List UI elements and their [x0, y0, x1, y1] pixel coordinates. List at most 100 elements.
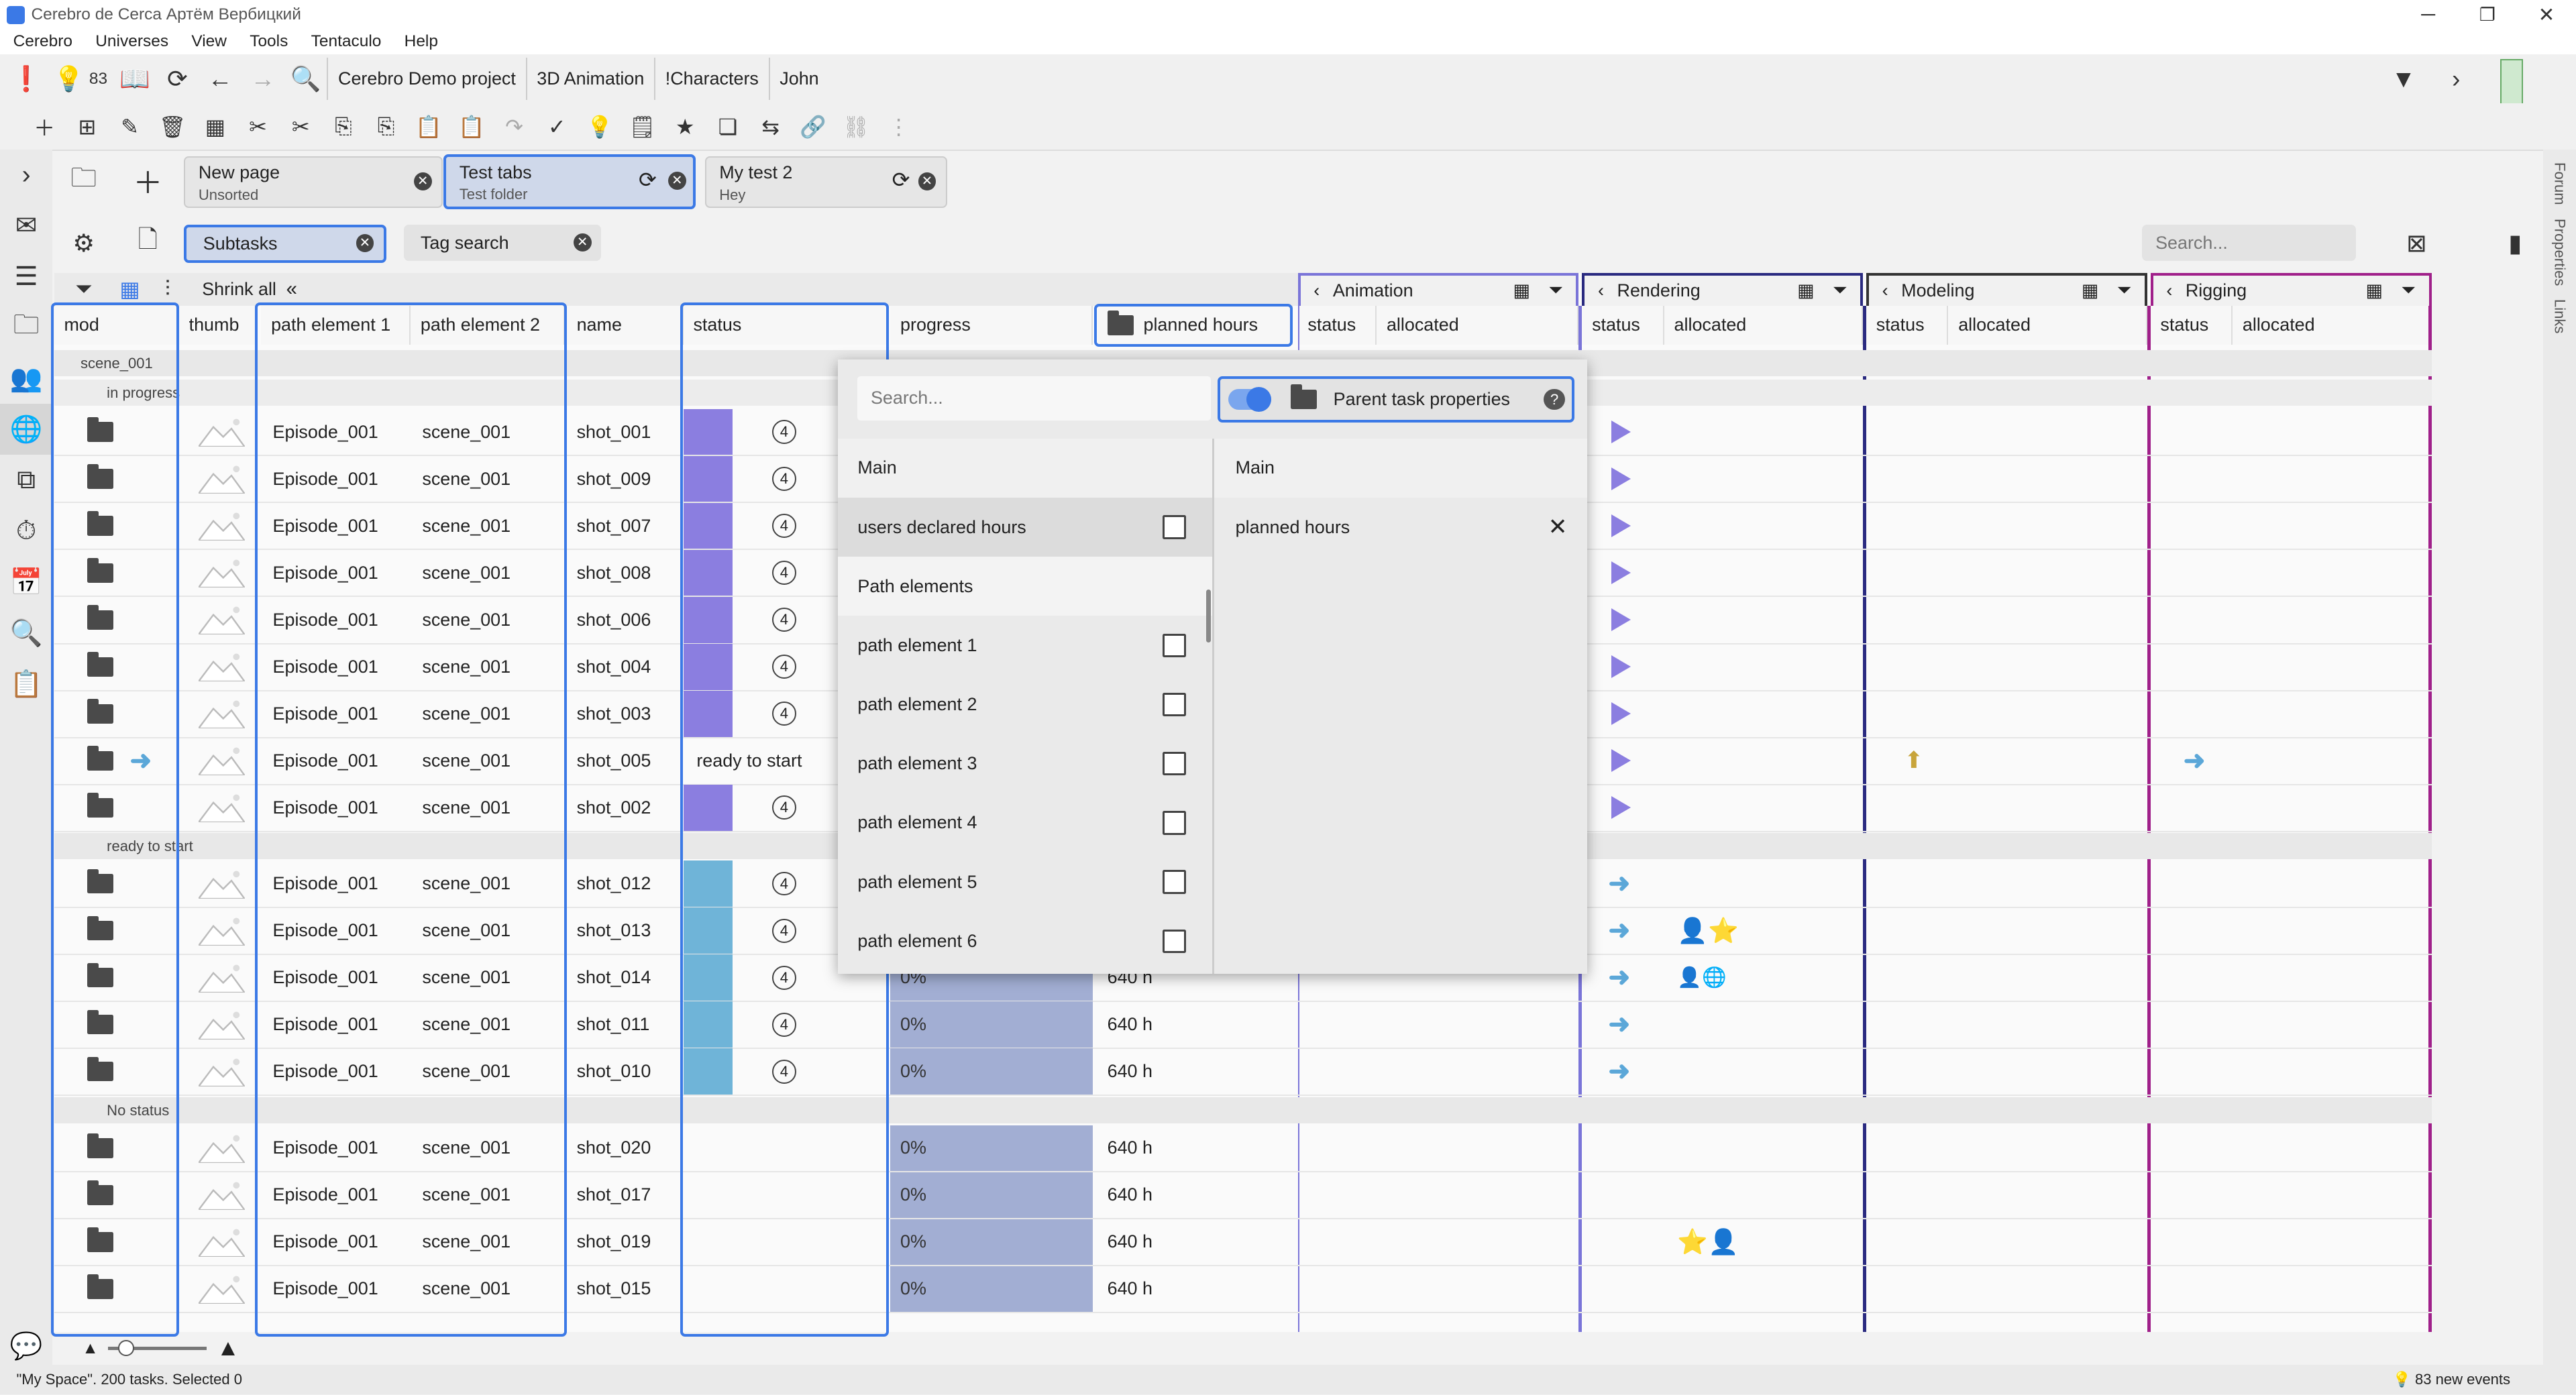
rendering-status-cell[interactable] [1602, 597, 1668, 643]
status-cell[interactable]: 4 [683, 1001, 889, 1048]
popup-column-option[interactable]: path element 3 [837, 734, 1213, 793]
name-cell[interactable]: shot_003 [567, 691, 684, 737]
mod-cell[interactable] [77, 1048, 179, 1095]
remove-chip-icon[interactable]: ✕ [573, 233, 592, 252]
redo-icon[interactable]: ↷ [493, 105, 536, 148]
menu-tentaculo[interactable]: Tentaculo [311, 32, 382, 51]
menu-help[interactable]: Help [405, 32, 438, 51]
chevron-right-icon[interactable]: › [2434, 58, 2477, 101]
forward-icon[interactable]: → [241, 58, 284, 101]
mod-cell[interactable] [77, 1219, 179, 1266]
mod-cell[interactable] [77, 409, 179, 455]
add-icon[interactable]: ＋ [23, 105, 66, 148]
folder-icon[interactable] [87, 869, 113, 894]
name-cell[interactable]: shot_010 [567, 1048, 684, 1095]
rendering-status-cell[interactable]: ➜ [1599, 907, 1664, 954]
rendering-status-cell[interactable] [1602, 550, 1668, 596]
chevron-left-icon[interactable]: ‹ [2166, 280, 2172, 301]
checkbox[interactable] [1162, 811, 1187, 835]
mod-cell[interactable] [77, 785, 179, 831]
filter-icon[interactable]: ⏷ [2117, 280, 2132, 301]
section-modeling[interactable]: ‹ Modeling ▦ ⏷ [1866, 272, 2147, 306]
folder-icon[interactable] [87, 511, 113, 536]
status-cell[interactable] [684, 1219, 889, 1266]
edit-icon[interactable]: ✎ [109, 105, 152, 148]
breadcrumb-john[interactable]: John [768, 57, 829, 101]
checkbox[interactable] [1162, 692, 1187, 717]
name-cell[interactable]: shot_020 [567, 1125, 684, 1172]
col-header-model-status[interactable]: status [1866, 305, 1949, 345]
mod-cell[interactable] [77, 691, 179, 737]
close-tab-icon[interactable]: ✕ [413, 172, 432, 190]
folder-icon[interactable] [87, 464, 113, 489]
col-header-thumb[interactable]: thumb [178, 305, 257, 345]
mod-cell[interactable] [77, 860, 179, 907]
folder-icon[interactable]: 🗀 [0, 302, 52, 353]
name-cell[interactable]: shot_007 [567, 503, 684, 549]
archive-icon[interactable]: ▦ [194, 105, 237, 148]
status-cell[interactable]: 4 [683, 1048, 889, 1095]
new-tab-icon[interactable]: ＋ [127, 160, 170, 203]
col-header-model-allocated[interactable]: allocated [1948, 305, 2147, 345]
cut-icon[interactable]: ✂ [237, 105, 280, 148]
folder-icon[interactable] [87, 1133, 113, 1158]
mod-cell[interactable] [77, 1172, 179, 1219]
close-icon[interactable]: ✕ [2517, 0, 2576, 30]
rendering-status-cell[interactable]: ➜ [1599, 1001, 1664, 1048]
folder-icon[interactable] [87, 652, 113, 677]
folder-icon[interactable] [87, 1227, 113, 1252]
folder-icon[interactable] [87, 1009, 113, 1035]
copy-icon[interactable]: ⎘ [322, 105, 365, 148]
breadcrumb-3d-animation[interactable]: 3D Animation [525, 57, 655, 101]
mod-cell[interactable] [77, 597, 179, 643]
properties-tab[interactable]: Properties [2551, 219, 2569, 286]
chevron-left-icon[interactable]: ‹ [1882, 280, 1888, 301]
close-tab-icon[interactable]: ✕ [667, 172, 686, 190]
rendering-status-cell[interactable] [1602, 503, 1668, 549]
help-icon[interactable]: ? [1544, 388, 1565, 410]
links-tab[interactable]: Links [2551, 299, 2569, 333]
table-row[interactable]: Episode_001 scene_001 shot_019 0% 640 h ⭐👤 [54, 1219, 2432, 1267]
folder-icon[interactable] [87, 793, 113, 818]
idea-icon[interactable]: 💡 [578, 105, 621, 148]
add-subtask-icon[interactable]: ⊞ [66, 105, 109, 148]
link-icon[interactable]: 🔗 [792, 105, 835, 148]
people-icon[interactable]: 👥 [0, 353, 52, 404]
menu-view[interactable]: View [191, 32, 227, 51]
popup-column-option[interactable]: path element 2 [837, 675, 1213, 734]
table-row[interactable]: Episode_001 scene_001 shot_011 4 0% 640 h ➜ [54, 1001, 2432, 1049]
section-animation[interactable]: ‹ Animation ▦ ⏷ [1297, 272, 1579, 306]
search-icon[interactable]: 🔍 [284, 58, 327, 101]
col-header-rend-status[interactable]: status [1582, 305, 1664, 345]
name-cell[interactable]: shot_019 [567, 1219, 684, 1266]
name-cell[interactable]: shot_008 [567, 550, 684, 596]
col-header-status[interactable]: status [683, 305, 889, 345]
remove-column-icon[interactable]: ✕ [1548, 514, 1568, 541]
name-cell[interactable]: shot_014 [567, 954, 684, 1001]
popup-search-input[interactable]: Search... [857, 376, 1211, 421]
mod-cell[interactable] [77, 1125, 179, 1172]
breadcrumb-characters[interactable]: !Characters [654, 57, 769, 101]
rendering-status-cell[interactable] [1602, 409, 1668, 455]
tab-my-test-2[interactable]: My test 2 Hey ⟳ ✕ [704, 156, 948, 209]
mod-cell[interactable] [77, 1266, 179, 1313]
col-header-rig-status[interactable]: status [2150, 305, 2233, 345]
close-tab-icon[interactable]: ✕ [918, 172, 936, 190]
filter-icon[interactable]: ⏷ [2401, 280, 2416, 301]
folder-icon[interactable] [87, 962, 113, 988]
popup-column-option[interactable]: path element 4 [837, 793, 1213, 853]
checkbox[interactable] [1162, 870, 1187, 894]
table-row[interactable]: Episode_001 scene_001 shot_010 4 0% 640 h ➜ [54, 1048, 2432, 1096]
checkbox[interactable] [1162, 515, 1187, 539]
name-cell[interactable]: shot_005 [567, 738, 684, 784]
mod-cell[interactable] [77, 644, 179, 690]
name-cell[interactable]: shot_004 [567, 644, 684, 690]
popup-column-option[interactable]: path element 5 [837, 852, 1213, 912]
col-header-anim-allocated[interactable]: allocated [1377, 305, 1579, 345]
popup-column-option[interactable]: path element 6 [837, 911, 1213, 971]
mod-cell[interactable] [77, 1001, 179, 1048]
mod-cell[interactable]: ➜ [77, 738, 179, 784]
unlink-icon[interactable]: ⛓ [835, 105, 877, 148]
chip-tag-search[interactable]: Tag search ✕ [404, 225, 602, 262]
popup-column-option[interactable]: path element 1 [837, 616, 1213, 675]
